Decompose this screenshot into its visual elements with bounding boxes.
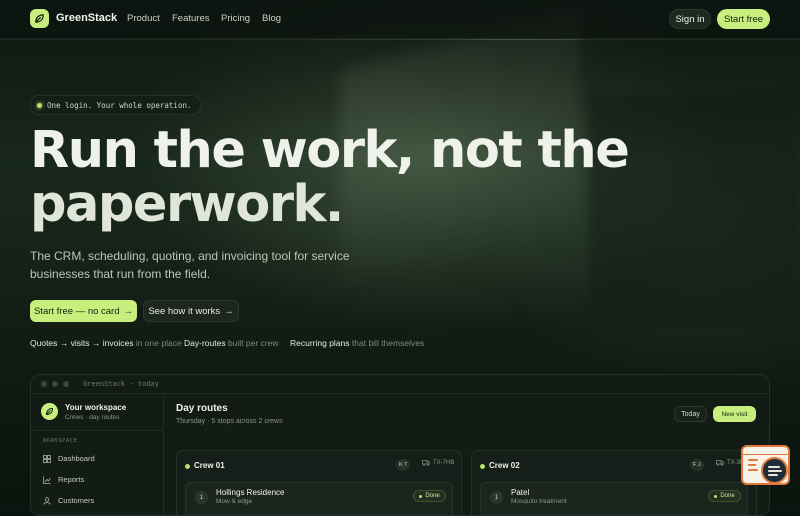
- main-subtitle: Thursday · 5 stops across 2 crews: [176, 418, 283, 425]
- window-dot-icon: [63, 381, 69, 387]
- feature-strong: Quotes → visits → invoices: [30, 338, 134, 348]
- workspace-logo-icon: [41, 403, 58, 420]
- widget-line-icon: [748, 464, 756, 466]
- widget-titlebar: [743, 447, 788, 455]
- start-free-button[interactable]: Start free: [717, 9, 770, 29]
- feature-dim: built per crew: [227, 338, 279, 348]
- feature-dim: that bill themselves: [351, 338, 425, 348]
- chat-line-icon: [768, 470, 782, 472]
- chat-bubble-icon: [761, 457, 788, 484]
- dashboard-icon: [43, 454, 51, 463]
- nav-link-features[interactable]: Features: [172, 13, 210, 24]
- widget-line-icon: [748, 459, 758, 461]
- status-badge: Done: [708, 490, 741, 502]
- workspace-name[interactable]: Your workspace: [65, 403, 126, 412]
- cta-secondary-label: See how it works: [148, 305, 221, 317]
- truck-id: TX-7HB: [433, 460, 455, 466]
- feature-dim: in one place: [135, 338, 182, 348]
- truck-icon: [716, 460, 724, 466]
- nav-link-product[interactable]: Product: [127, 13, 160, 24]
- top-nav: GreenStack Product Features Pricing Blog…: [0, 0, 800, 39]
- visit-number: 1: [490, 491, 503, 504]
- feature-item: Day-routes built per crew: [184, 338, 279, 348]
- main-title: Day routes: [176, 403, 228, 414]
- window-dot-icon: [52, 381, 58, 387]
- visit-title: Patel: [511, 488, 530, 497]
- crew-status-dot-icon: [480, 464, 485, 469]
- start-free-no-card-button[interactable]: Start free — no card →: [30, 300, 137, 322]
- status-label: Done: [425, 493, 440, 499]
- status-dot-icon: [37, 102, 42, 108]
- sidebar-item-reports[interactable]: Reports: [43, 475, 84, 484]
- crew-card[interactable]: Crew 01 K T TX-7HB 1 Hollings Residence …: [176, 450, 462, 515]
- chat-line-icon: [768, 474, 778, 476]
- feature-item: Recurring plans that bill themselves: [290, 338, 424, 348]
- tagline-pill: One login. Your whole operation.: [30, 95, 201, 115]
- customers-icon: [43, 496, 51, 505]
- tagline-text: One login. Your whole operation.: [47, 100, 192, 110]
- sidebar-item-label: Dashboard: [58, 454, 95, 463]
- crew-members-avatars: F J: [690, 459, 704, 471]
- visit-item[interactable]: 1 Hollings Residence Mow & edge Done: [185, 482, 453, 515]
- sidebar-item-dashboard[interactable]: Dashboard: [43, 454, 95, 463]
- sidebar-divider: [31, 430, 163, 431]
- sidebar-section-heading: WORKSPACE: [43, 438, 78, 444]
- chat-line-icon: [768, 466, 780, 468]
- status-badge: Done: [413, 490, 446, 502]
- window-titlebar: GreenStack · today: [31, 375, 769, 394]
- arrow-right-icon: →: [224, 305, 234, 317]
- visit-subtitle: Mow & edge: [216, 498, 253, 505]
- feature-strong: Recurring plans: [290, 338, 350, 348]
- status-label: Done: [720, 493, 735, 499]
- crew-members-avatars: K T: [396, 459, 411, 471]
- truck-label: TX-3K: [716, 460, 744, 466]
- cta-primary-label: Start free — no card: [33, 305, 120, 317]
- crew-status-dot-icon: [185, 464, 190, 469]
- visit-number: 1: [195, 491, 208, 504]
- see-how-it-works-button[interactable]: See how it works →: [143, 300, 239, 322]
- sign-in-button[interactable]: Sign in: [669, 9, 711, 29]
- app-preview-window: GreenStack · today Your workspace Crews …: [30, 374, 770, 516]
- headline-line-2: paperwork.: [30, 175, 344, 234]
- crew-name: Crew 02: [489, 461, 520, 470]
- hero-subtitle: The CRM, scheduling, quoting, and invoic…: [30, 249, 350, 281]
- app-sidebar: Your workspace Crews · day routes WORKSP…: [31, 394, 164, 515]
- sidebar-item-label: Reports: [58, 475, 85, 484]
- hero-headline: Run the work, not the paperwork.: [30, 124, 650, 232]
- brand-logo-icon[interactable]: [30, 9, 49, 28]
- new-visit-button[interactable]: New visit: [713, 406, 756, 422]
- visit-subtitle: Mosquito treatment: [511, 498, 567, 505]
- headline-line-1: Run the work, not the: [30, 121, 630, 180]
- today-button[interactable]: Today: [674, 406, 707, 422]
- done-dot-icon: [419, 494, 423, 498]
- visit-title: Hollings Residence: [216, 488, 285, 497]
- arrow-right-icon: →: [123, 305, 134, 317]
- window-title: GreenStack · today: [83, 380, 159, 388]
- feature-strong: Day-routes: [184, 338, 226, 348]
- reports-chart-icon: [43, 476, 51, 484]
- visit-item[interactable]: 1 Patel Mosquito treatment Done: [480, 482, 748, 515]
- floating-help-widget[interactable]: [741, 445, 790, 485]
- nav-link-blog[interactable]: Blog: [262, 13, 281, 24]
- sidebar-item-label: Customers: [58, 496, 95, 505]
- workspace-subtitle: Crews · day routes: [65, 414, 120, 421]
- brand-name[interactable]: GreenStack: [56, 12, 117, 24]
- truck-label: TX-7HB: [422, 460, 454, 466]
- crew-name: Crew 01: [194, 461, 225, 470]
- sidebar-item-customers[interactable]: Customers: [43, 496, 94, 505]
- feature-item: Quotes → visits → invoices in one place: [30, 338, 182, 348]
- window-dot-icon: [41, 381, 47, 387]
- truck-icon: [422, 460, 430, 466]
- crew-card[interactable]: Crew 02 F J TX-3K 1 Patel Mosquito treat…: [471, 450, 757, 515]
- widget-line-icon: [748, 469, 758, 471]
- done-dot-icon: [714, 494, 718, 498]
- nav-link-pricing[interactable]: Pricing: [221, 13, 250, 24]
